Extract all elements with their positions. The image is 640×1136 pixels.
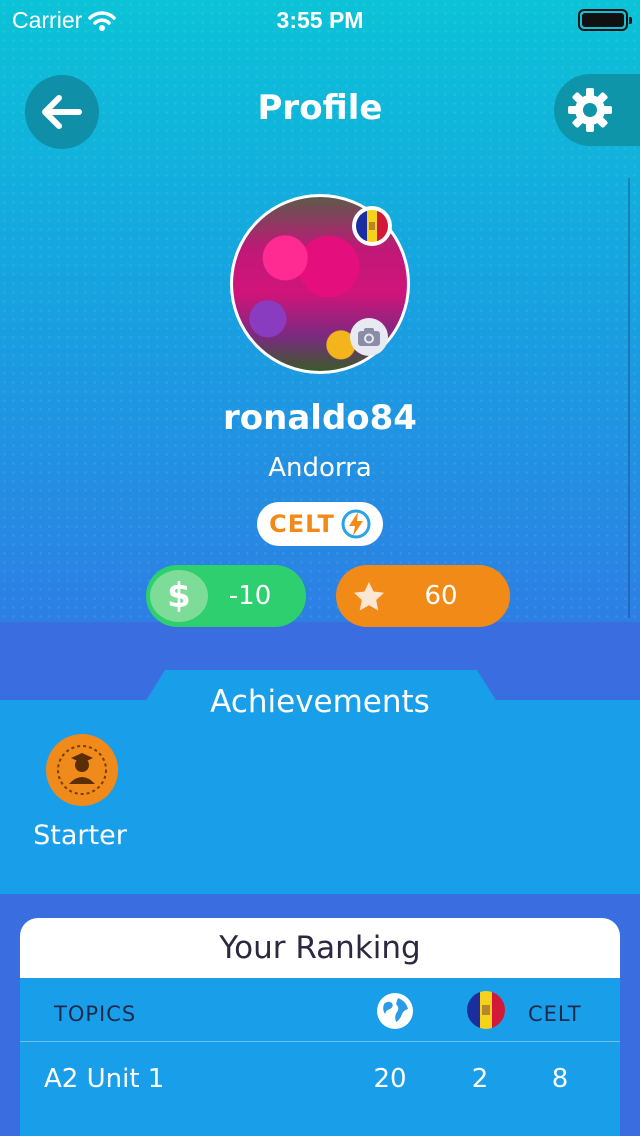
graduate-medal-icon[interactable]	[46, 734, 118, 806]
ranking-header-row: TOPICS CELT	[20, 978, 620, 1042]
lightning-icon	[341, 509, 371, 539]
coins-balance[interactable]: $ -10	[146, 565, 306, 627]
globe-icon	[376, 992, 414, 1034]
topics-column-header: TOPICS	[54, 1002, 137, 1026]
achievement-label: Starter	[33, 820, 127, 851]
ranking-title: Your Ranking	[20, 918, 620, 978]
celt-label: CELT	[269, 510, 335, 538]
country-name: Andorra	[268, 453, 372, 483]
settings-button[interactable]	[554, 74, 640, 146]
star-icon	[342, 580, 396, 612]
stars-value: 60	[424, 581, 458, 611]
battery-icon	[578, 9, 632, 31]
achievements-title: Achievements	[210, 684, 430, 720]
country-flag-badge	[352, 206, 392, 246]
status-time: 3:55 PM	[276, 7, 364, 33]
topic-cell: A2 Unit 1	[44, 1064, 165, 1094]
change-photo-button[interactable]	[350, 318, 388, 356]
celt-badge: CELT	[257, 502, 383, 546]
table-row[interactable]: A2 Unit 1 20 2 8	[20, 1042, 620, 1118]
country-rank-cell: 2	[471, 1064, 489, 1094]
dollar-icon: $	[150, 570, 208, 622]
status-bar: Carrier 3:55 PM	[0, 0, 640, 40]
world-rank-cell: 20	[373, 1064, 407, 1094]
page-title: Profile	[257, 88, 383, 128]
camera-icon	[358, 328, 380, 346]
andorra-flag-icon	[356, 210, 388, 242]
username: ronaldo84	[223, 398, 417, 438]
celt-column-header: CELT	[528, 1002, 582, 1026]
coins-value: -10	[228, 581, 272, 611]
ranking-card: Your Ranking TOPICS CELT A2 Unit 1 20 2 …	[20, 918, 620, 1136]
andorra-flag-icon	[466, 990, 506, 1034]
gear-icon	[568, 88, 612, 132]
celt-rank-cell: 8	[551, 1064, 569, 1094]
stars-balance[interactable]: 60	[336, 565, 510, 627]
